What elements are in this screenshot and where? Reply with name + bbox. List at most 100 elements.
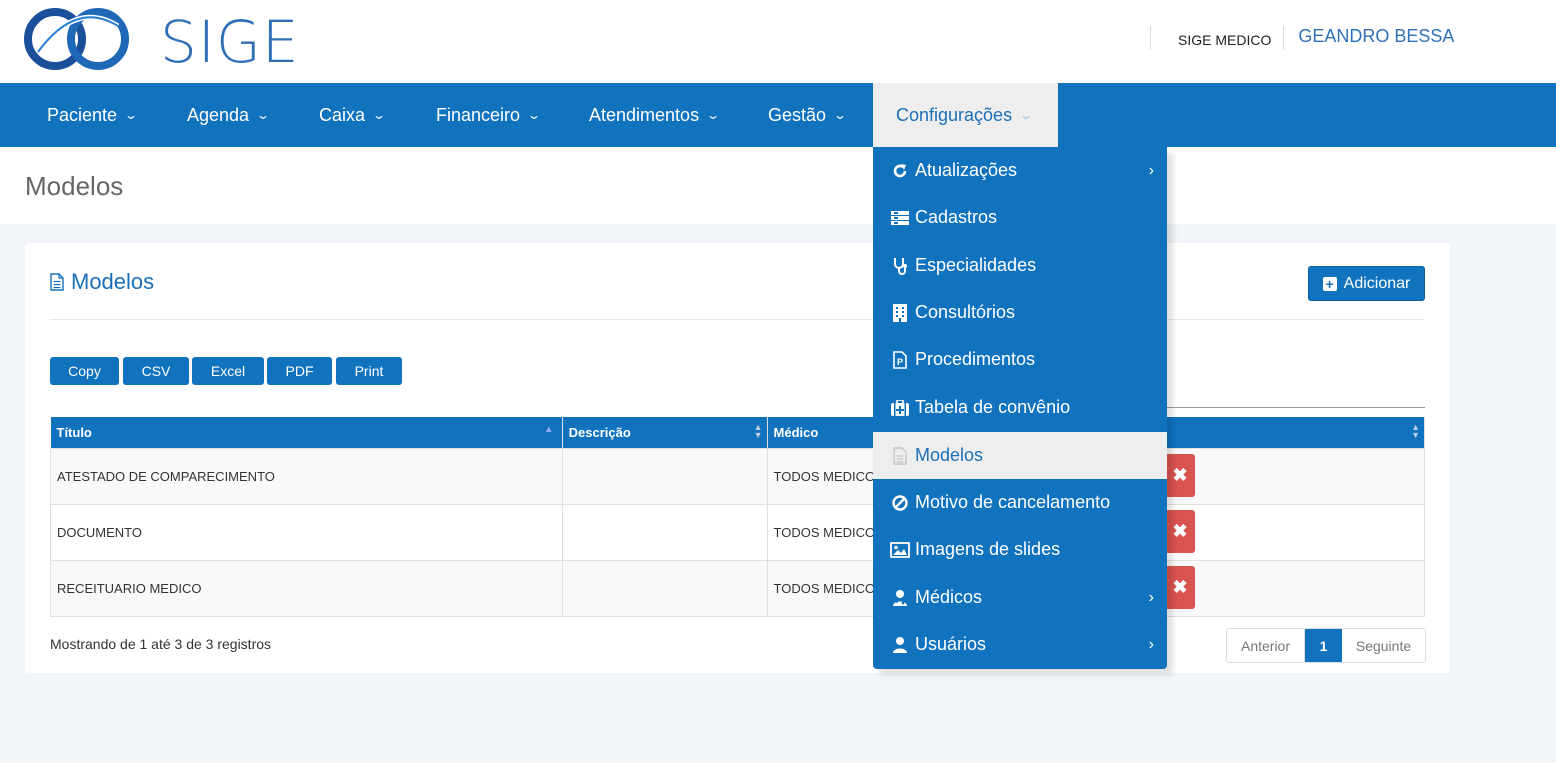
cell-descricao xyxy=(561,503,768,561)
table-row: RECEITUARIO MEDICO TODOS MEDICOS xyxy=(50,559,1425,617)
menu-label: Tabela de convênio xyxy=(915,397,1071,417)
logo-infinity-icon xyxy=(24,8,129,70)
menu-motivo-cancelamento[interactable]: Motivo de cancelamento xyxy=(873,479,1167,526)
add-button[interactable]: + Adicionar xyxy=(1308,266,1425,301)
nav-financeiro[interactable]: Financeiro ⌄ xyxy=(436,83,542,147)
sort-asc-icon: ▲ xyxy=(543,424,554,435)
delete-button[interactable]: ✖ xyxy=(1165,566,1195,609)
menu-label: Especialidades xyxy=(915,255,1037,275)
chevron-right-icon: › xyxy=(1148,635,1154,653)
menu-imagens-slides[interactable]: Imagens de slides xyxy=(873,526,1167,573)
cell-descricao xyxy=(561,559,768,617)
image-icon xyxy=(890,541,910,559)
medkit-icon xyxy=(890,399,910,417)
plus-square-icon: + xyxy=(1322,276,1337,291)
stethoscope-icon xyxy=(890,257,910,275)
divider xyxy=(50,319,1425,320)
svg-text:P: P xyxy=(897,357,903,367)
csv-button[interactable]: CSV xyxy=(123,357,189,385)
nav-atendimentos[interactable]: Atendimentos ⌄ xyxy=(589,83,721,147)
user-md-icon xyxy=(890,589,910,607)
table-row: ATESTADO DE COMPARECIMENTO TODOS MEDICOS xyxy=(50,447,1425,505)
menu-cadastros[interactable]: Cadastros xyxy=(873,194,1167,241)
menu-label: Usuários xyxy=(915,634,987,654)
menu-consultorios[interactable]: Consultórios xyxy=(873,289,1167,336)
print-button[interactable]: Print xyxy=(336,357,402,385)
refresh-icon xyxy=(890,162,910,180)
sige-logo[interactable]: SIGE xyxy=(24,8,299,72)
pdf-button[interactable]: PDF xyxy=(267,357,332,385)
nav-label: Atendimentos xyxy=(589,104,700,125)
nav-label: Gestão xyxy=(768,104,827,125)
logo-text: SIGE xyxy=(160,8,300,76)
col-label: Título xyxy=(56,424,92,440)
col-acoes[interactable]: ▲ ▼ xyxy=(1138,417,1425,448)
add-button-label: Adicionar xyxy=(1343,274,1411,292)
delete-button[interactable]: ✖ xyxy=(1165,454,1195,497)
table-header-row: Título ▲ Descrição ▲ ▼ Médico ▲ ▼ xyxy=(50,417,1425,448)
menu-modelos[interactable]: Modelos xyxy=(873,432,1167,479)
nav-paciente[interactable]: Paciente ⌄ xyxy=(47,83,139,147)
card-title-text: Modelos xyxy=(71,269,155,294)
menu-tabela-convenio[interactable]: Tabela de convênio xyxy=(873,384,1167,431)
pagination-next[interactable]: Seguinte xyxy=(1342,629,1425,662)
menu-label: Consultórios xyxy=(915,302,1016,322)
menu-label: Atualizações xyxy=(915,160,1018,180)
menu-usuarios[interactable]: Usuários › xyxy=(873,621,1167,668)
list-icon xyxy=(890,209,910,227)
menu-procedimentos[interactable]: P Procedimentos xyxy=(873,336,1167,383)
col-descricao[interactable]: Descrição ▲ ▼ xyxy=(562,417,768,448)
menu-label: Procedimentos xyxy=(915,349,1036,369)
nav-configuracoes[interactable]: Configurações ⌄ xyxy=(873,83,1058,147)
excel-button[interactable]: Excel xyxy=(192,357,264,385)
col-label: Descrição xyxy=(568,424,631,440)
user-area: SIGE MEDICO GEANDRO BESSA xyxy=(1150,26,1454,50)
menu-label: Médicos xyxy=(915,587,983,607)
user-menu[interactable]: GEANDRO BESSA xyxy=(1284,26,1454,47)
copy-button[interactable]: Copy xyxy=(50,357,119,385)
menu-atualizacoes[interactable]: Atualizações › xyxy=(873,147,1167,194)
nav-label: Agenda xyxy=(187,104,250,125)
nav-label: Financeiro xyxy=(436,104,521,125)
pagination-page[interactable]: 1 xyxy=(1305,629,1342,662)
document-icon xyxy=(890,446,910,465)
chevron-down-icon: ⌄ xyxy=(124,108,139,122)
nav-agenda[interactable]: Agenda ⌄ xyxy=(187,83,270,147)
building-icon xyxy=(890,303,910,322)
menu-especialidades[interactable]: Especialidades xyxy=(873,242,1167,289)
document-icon xyxy=(50,273,64,291)
ban-icon xyxy=(890,494,910,512)
cell-titulo: ATESTADO DE COMPARECIMENTO xyxy=(50,447,563,505)
cell-titulo: DOCUMENTO xyxy=(50,503,563,561)
nav-label: Paciente xyxy=(47,104,118,125)
col-titulo[interactable]: Título ▲ xyxy=(50,417,563,448)
nav-label: Caixa xyxy=(319,104,366,125)
card-title: Modelos xyxy=(49,269,154,295)
menu-label: Modelos xyxy=(915,445,984,465)
chevron-down-icon: ⌄ xyxy=(527,108,542,122)
menu-medicos[interactable]: Médicos › xyxy=(873,574,1167,621)
menu-label: Imagens de slides xyxy=(915,539,1061,559)
chevron-right-icon: › xyxy=(1148,161,1154,179)
page-title: Modelos xyxy=(25,171,124,201)
header: SIGE SIGE MEDICO GEANDRO BESSA xyxy=(0,0,1556,83)
cell-descricao xyxy=(561,447,768,505)
config-dropdown-menu: Atualizações › Cadastros Especialidades … xyxy=(873,147,1167,669)
company-name: SIGE MEDICO xyxy=(1178,32,1272,48)
models-card: Modelos + Adicionar Copy CSV Excel PDF P… xyxy=(25,243,1450,673)
table-row: DOCUMENTO TODOS MEDICOS xyxy=(50,503,1425,561)
menu-label: Cadastros xyxy=(915,207,998,227)
menu-label: Motivo de cancelamento xyxy=(915,492,1111,512)
nav-caixa[interactable]: Caixa ⌄ xyxy=(319,83,386,147)
pagination: Anterior 1 Seguinte xyxy=(1226,628,1426,663)
chevron-down-icon: ⌄ xyxy=(706,108,721,122)
col-label: Médico xyxy=(773,424,819,440)
delete-button[interactable]: ✖ xyxy=(1165,510,1195,553)
chevron-down-icon: ⌄ xyxy=(1019,108,1034,122)
main-navbar: Paciente ⌄ Agenda ⌄ Caixa ⌄ Financeiro ⌄ Ate… xyxy=(0,83,1556,147)
pagination-prev[interactable]: Anterior xyxy=(1227,629,1305,662)
nav-gestao[interactable]: Gestão ⌄ xyxy=(768,83,847,147)
cell-titulo: RECEITUARIO MEDICO xyxy=(50,559,563,617)
sort-icon: ▲ ▼ xyxy=(753,422,763,440)
times-icon: ✖ xyxy=(1172,521,1188,541)
